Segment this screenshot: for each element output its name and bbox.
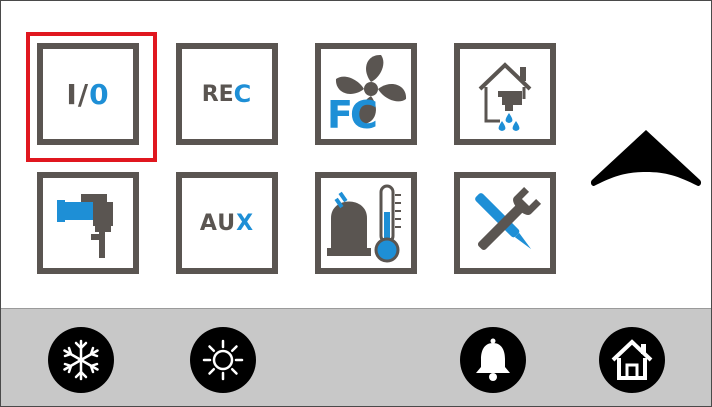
sun-icon (202, 339, 244, 381)
bell-icon (476, 338, 510, 381)
snowflake-icon (63, 339, 99, 381)
bottom-bar (1, 308, 711, 406)
selection-frame (26, 32, 157, 162)
alarm-button[interactable] (460, 327, 526, 393)
water-tap-icon (478, 62, 532, 131)
heating-button[interactable] (190, 327, 256, 393)
hmi-screen: I/0 RE C FC AU X (0, 0, 712, 407)
tile-rec[interactable]: RE C (176, 43, 278, 145)
tile-aux[interactable]: AU X (176, 172, 278, 274)
home-button[interactable] (599, 327, 665, 393)
tile-valve[interactable] (37, 172, 139, 274)
home-icon (611, 339, 653, 380)
aux-label-x: X (236, 210, 255, 236)
tile-tools[interactable] (454, 172, 556, 274)
rec-c-accent (182, 49, 272, 139)
tile-fc[interactable]: FC (315, 43, 417, 145)
compressor-thermometer-icon (327, 184, 401, 263)
cooling-button[interactable] (48, 327, 114, 393)
tools-icon (475, 186, 542, 251)
tile-temperature[interactable] (315, 172, 417, 274)
valve-icon (57, 194, 113, 258)
page-up-arrow-icon[interactable] (588, 126, 704, 189)
aux-label: AU (199, 210, 237, 236)
tile-water[interactable] (454, 43, 556, 145)
fc-label: FC (327, 93, 378, 137)
